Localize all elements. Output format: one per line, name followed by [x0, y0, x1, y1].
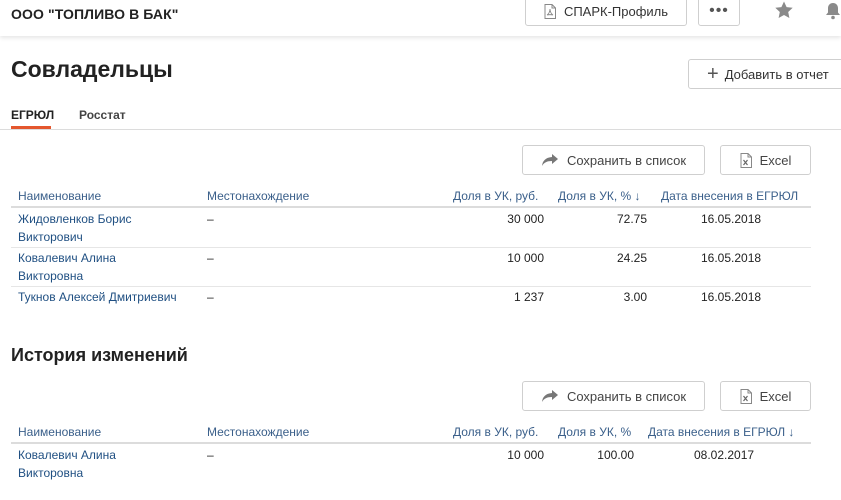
owner-date: 16.05.2018 [701, 251, 762, 265]
save-to-list-label: Сохранить в список [566, 152, 687, 168]
owner-share-pct: 3.00 [623, 290, 647, 304]
owner-name-line: Жидовленков Борис [18, 212, 132, 226]
owner-share-pct: 24.25 [616, 251, 647, 265]
history-column-header-name[interactable]: Наименование [18, 425, 101, 439]
owner-name-line: Викторовна [18, 269, 84, 283]
owner-name-line: Викторович [18, 230, 83, 244]
column-header-share-rub[interactable]: Доля в УК, руб. [453, 189, 538, 203]
history-name-link[interactable]: Ковалевич Алина Викторовна [18, 446, 198, 482]
add-to-report-label: Добавить в отчет [724, 66, 829, 82]
history-column-header-location[interactable]: Местонахождение [207, 425, 309, 439]
owner-name-line: Тукнов Алексей Дмитриевич [18, 290, 177, 304]
share-arrow-icon [541, 389, 559, 403]
column-header-name[interactable]: Наименование [18, 189, 101, 203]
owner-location: – [207, 212, 214, 226]
owner-date: 16.05.2018 [701, 290, 762, 304]
row-divider [11, 247, 811, 248]
owner-share-rub: 1 237 [513, 290, 544, 304]
owner-share-rub: 30 000 [507, 212, 544, 226]
owner-location: – [207, 290, 214, 304]
excel-export-button[interactable]: Excel [720, 145, 811, 175]
company-name: ООО "ТОПЛИВО В БАК" [11, 6, 179, 22]
history-title: История изменений [11, 345, 188, 365]
save-to-list-label: Сохранить в список [566, 388, 687, 404]
pdf-icon [544, 3, 556, 19]
tab-egrul[interactable]: ЕГРЮЛ [11, 108, 54, 122]
plus-icon: + [707, 63, 719, 85]
spark-profile-button[interactable]: СПАРК-Профиль [525, 0, 687, 26]
column-header-date[interactable]: Дата внесения в ЕГРЮЛ [661, 189, 798, 203]
excel-file-icon [740, 388, 752, 404]
source-tabs: ЕГРЮЛ Росстат [0, 104, 841, 130]
excel-label: Excel [759, 388, 792, 404]
history-date: 08.02.2017 [694, 448, 755, 462]
history-location: – [207, 448, 214, 462]
history-table-header-divider [11, 442, 811, 444]
owner-share-pct: 72.75 [616, 212, 647, 226]
owner-name-link[interactable]: Тукнов Алексей Дмитриевич [18, 288, 208, 306]
share-arrow-icon [541, 153, 559, 167]
history-share-rub: 10 000 [507, 448, 544, 462]
history-column-header-date[interactable]: Дата внесения в ЕГРЮЛ ↓ [648, 425, 794, 439]
owner-date: 16.05.2018 [701, 212, 762, 226]
history-name-line: Викторовна [18, 466, 84, 480]
history-save-to-list-button[interactable]: Сохранить в список [522, 381, 705, 411]
owner-name-link[interactable]: Ковалевич Алина Викторовна [18, 249, 198, 285]
excel-label: Excel [759, 152, 792, 168]
star-icon[interactable] [774, 0, 794, 25]
more-button[interactable]: ••• [698, 0, 740, 26]
history-column-header-share-pct[interactable]: Доля в УК, % [558, 425, 631, 439]
excel-file-icon [740, 152, 752, 168]
row-divider [11, 286, 811, 287]
table-header-divider [11, 206, 811, 208]
page-title: Совладельцы [11, 56, 173, 82]
owner-name-link[interactable]: Жидовленков Борис Викторович [18, 210, 198, 246]
owner-share-rub: 10 000 [507, 251, 544, 265]
history-column-header-share-rub[interactable]: Доля в УК, руб. [453, 425, 538, 439]
history-name-line: Ковалевич Алина [18, 448, 116, 462]
owner-name-line: Ковалевич Алина [18, 251, 116, 265]
more-dots-icon: ••• [709, 2, 729, 19]
save-to-list-button[interactable]: Сохранить в список [522, 145, 705, 175]
tab-rosstat[interactable]: Росстат [79, 108, 126, 122]
spark-profile-label: СПАРК-Профиль [563, 3, 669, 19]
bell-icon[interactable] [825, 2, 841, 25]
column-header-share-pct[interactable]: Доля в УК, % ↓ [558, 189, 641, 203]
top-bar: ООО "ТОПЛИВО В БАК" СПАРК-Профиль ••• [0, 0, 841, 36]
owner-location: – [207, 251, 214, 265]
active-tab-indicator [11, 126, 51, 129]
history-excel-export-button[interactable]: Excel [720, 381, 811, 411]
add-to-report-button[interactable]: + Добавить в отчет [688, 59, 841, 89]
column-header-location[interactable]: Местонахождение [207, 189, 309, 203]
history-share-pct: 100.00 [597, 448, 634, 462]
